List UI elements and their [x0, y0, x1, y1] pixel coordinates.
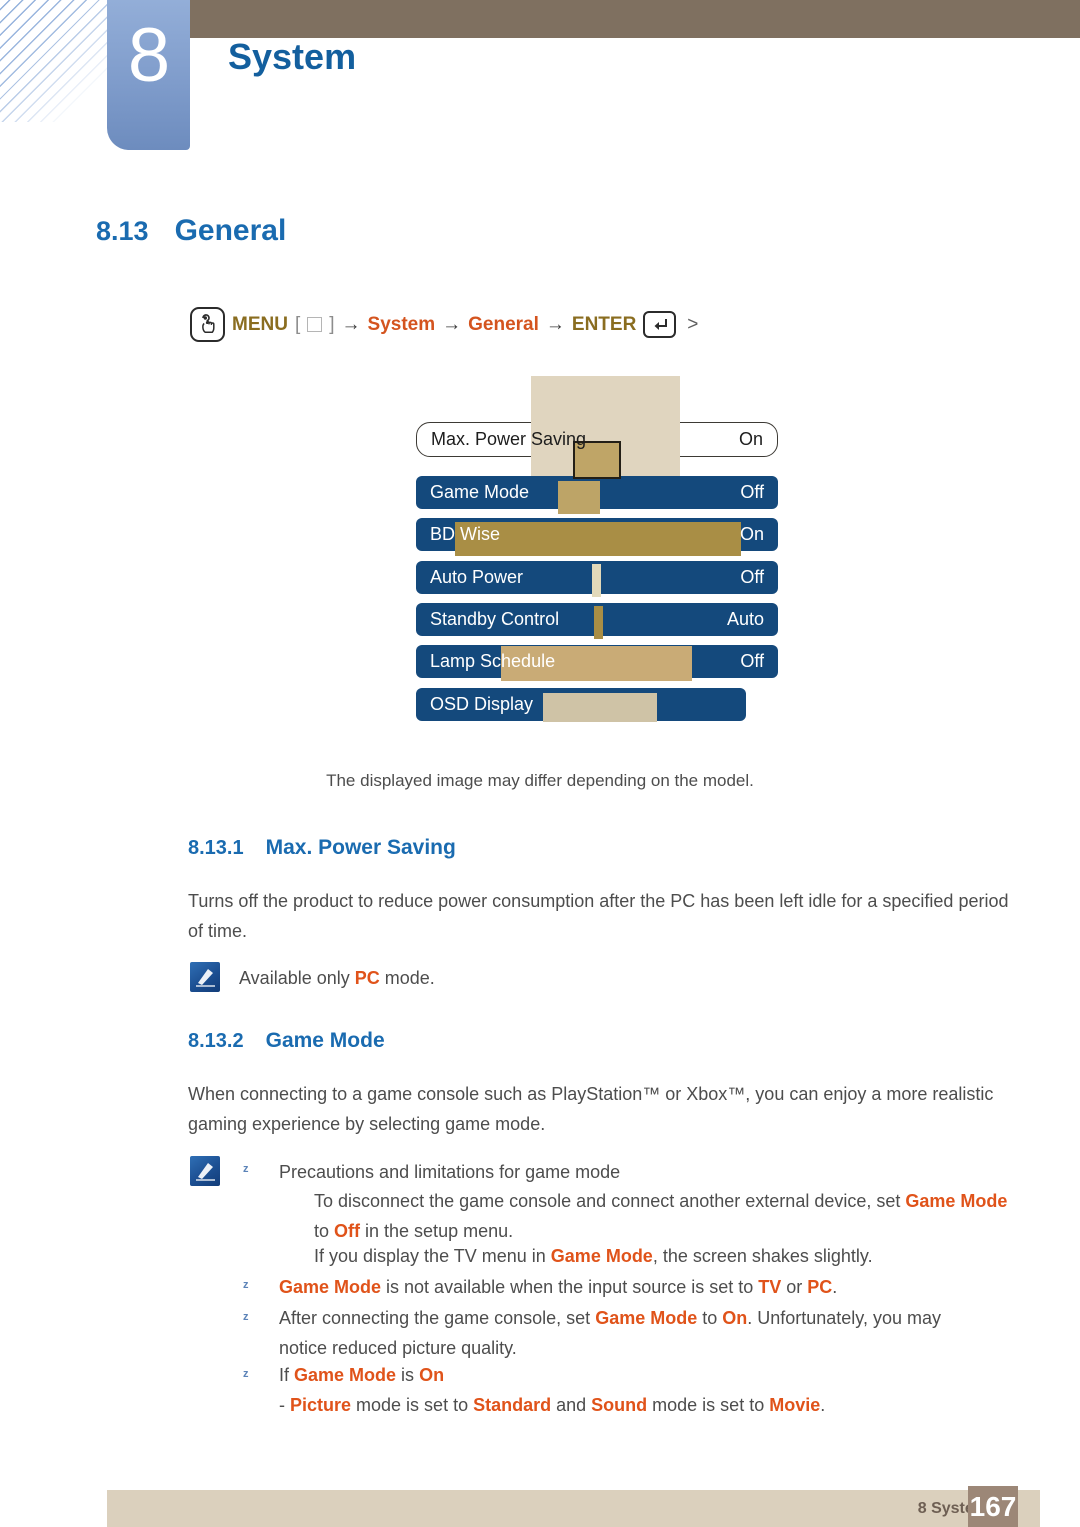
note-icon [190, 1156, 220, 1186]
overlay-block-g [543, 693, 657, 722]
path-arrow-2: → [442, 313, 462, 335]
highlight-standard: Standard [473, 1395, 552, 1415]
path-menu-label: MENU [232, 313, 288, 335]
subsection-title: Max. Power Saving [265, 836, 456, 859]
osd-row-label: Game Mode [430, 482, 530, 502]
osd-row-value: Auto [726, 609, 764, 629]
osd-row-label: BD Wise [430, 524, 501, 544]
highlight-on: On [419, 1365, 445, 1385]
subsection-number: 8.13.2 [188, 1030, 244, 1052]
text-a: If you display the TV menu in [314, 1246, 551, 1266]
bullet-tv-menu-shake: If you display the TV menu in Game Mode,… [314, 1241, 1014, 1271]
text-dash: - [279, 1395, 290, 1415]
highlight-picture: Picture [290, 1395, 352, 1415]
path-general-label: General [468, 313, 539, 335]
footer-page-number: 167 [968, 1486, 1018, 1527]
text-a: If [279, 1365, 295, 1385]
chapter-number: 8 [127, 13, 170, 98]
overlay-block-d [592, 564, 601, 597]
text-b: to [314, 1221, 335, 1242]
path-arrow-3: → [545, 313, 565, 335]
osd-row-value: On [738, 429, 763, 449]
bullet-marker: z [243, 1163, 249, 1175]
footer-bar [107, 1490, 1040, 1527]
bullet-marker: z [243, 1368, 249, 1380]
osd-row-value: Off [740, 482, 764, 502]
highlight-game-mode: Game Mode [550, 1246, 653, 1266]
section-number: 8.13 [96, 216, 149, 246]
highlight-on: On [722, 1308, 748, 1328]
chapter-tab: 8 [107, 0, 190, 150]
text-b: mode is set to [351, 1395, 474, 1415]
highlight-game-mode: Game Mode [279, 1277, 382, 1297]
path-enter-label: ENTER [571, 313, 637, 335]
highlight-tv: TV [758, 1277, 782, 1297]
text-a: To disconnect the game console and conne… [314, 1191, 906, 1211]
text-a: is not available when the input source i… [381, 1277, 759, 1297]
osd-row-label: Max. Power Saving [431, 429, 587, 449]
note-max-power-saving: Available only PC mode. [239, 963, 939, 993]
path-bracket-close: ] [329, 313, 335, 335]
text-b: or [781, 1277, 808, 1297]
decorative-hatch-pattern [0, 0, 118, 122]
subsection-heading-game-mode: 8.13.2 Game Mode [188, 1029, 385, 1053]
text-c: in the setup menu. [360, 1221, 514, 1242]
bullet-marker: z [243, 1279, 249, 1291]
osd-row-value: On [739, 524, 764, 544]
menu-button-icon [190, 307, 225, 342]
text-b: , the screen shakes slightly. [652, 1246, 873, 1266]
bullet-if-game-mode-on: If Game Mode is On [279, 1360, 979, 1390]
bullet-after-connecting: After connecting the game console, set G… [279, 1303, 979, 1363]
highlight-off: Off [334, 1221, 361, 1242]
osd-row-label: Lamp Schedule [430, 651, 556, 671]
highlight-movie: Movie [769, 1395, 821, 1415]
highlight-game-mode: Game Mode [294, 1365, 397, 1385]
bullet-precautions: Precautions and limitations for game mod… [279, 1162, 621, 1182]
note-text-pre: Available only [239, 968, 355, 988]
bullet-not-available-tv-pc: Game Mode is not available when the inpu… [279, 1272, 1019, 1302]
path-system-label: System [367, 313, 436, 335]
header-brown-bar [190, 0, 1080, 38]
enter-key-icon [643, 311, 677, 338]
osd-row-label: Auto Power [430, 567, 524, 587]
text-c: . [832, 1277, 838, 1297]
text-b: is [396, 1365, 420, 1385]
path-trailing-gt: > [687, 313, 699, 335]
text-b: to [697, 1308, 723, 1328]
paragraph-max-power-saving: Turns off the product to reduce power co… [188, 891, 1009, 942]
overlay-block-b [558, 481, 600, 514]
figure-caption: The displayed image may differ depending… [326, 771, 754, 790]
chapter-title: System [228, 36, 357, 77]
osd-row-label: OSD Display [430, 694, 534, 714]
highlight-game-mode: Game Mode [595, 1308, 698, 1328]
bullet-picture-sound-mode: - Picture mode is set to Standard and So… [279, 1390, 1019, 1420]
paragraph-game-mode: When connecting to a game console such a… [188, 1084, 994, 1135]
text-d: mode is set to [647, 1395, 770, 1415]
subsection-title: Game Mode [265, 1029, 385, 1052]
osd-row-label: Standby Control [430, 609, 560, 629]
square-glyph-icon [307, 317, 323, 332]
osd-row-value: Off [740, 567, 764, 587]
bullet-disconnect-console: To disconnect the game console and conne… [314, 1186, 1014, 1246]
overlay-block-e [594, 606, 603, 639]
highlight-sound: Sound [591, 1395, 648, 1415]
highlight-pc: PC [807, 1277, 833, 1297]
note-highlight-pc: PC [354, 968, 380, 988]
subsection-heading-max-power-saving: 8.13.1 Max. Power Saving [188, 836, 456, 860]
menu-path-breadcrumb: MENU [ ] → System → General → ENTER > [190, 307, 698, 342]
osd-row-value: Off [740, 651, 764, 671]
osd-menu-mockup: Max. Power Saving On Game Mode Off BD Wi… [416, 376, 780, 726]
text-c: and [551, 1395, 592, 1415]
path-arrow-1: → [341, 313, 361, 335]
subsection-number: 8.13.1 [188, 837, 244, 859]
note-text-post: mode. [379, 968, 435, 988]
text-a: After connecting the game console, set [279, 1308, 596, 1328]
path-bracket-open: [ [294, 313, 301, 335]
note-icon [190, 962, 220, 992]
bullet-marker: z [243, 1311, 249, 1323]
text-e: . [820, 1395, 826, 1415]
section-heading: 8.13 General [96, 214, 286, 248]
highlight-game-mode: Game Mode [905, 1191, 1008, 1211]
section-title: General [174, 214, 287, 247]
